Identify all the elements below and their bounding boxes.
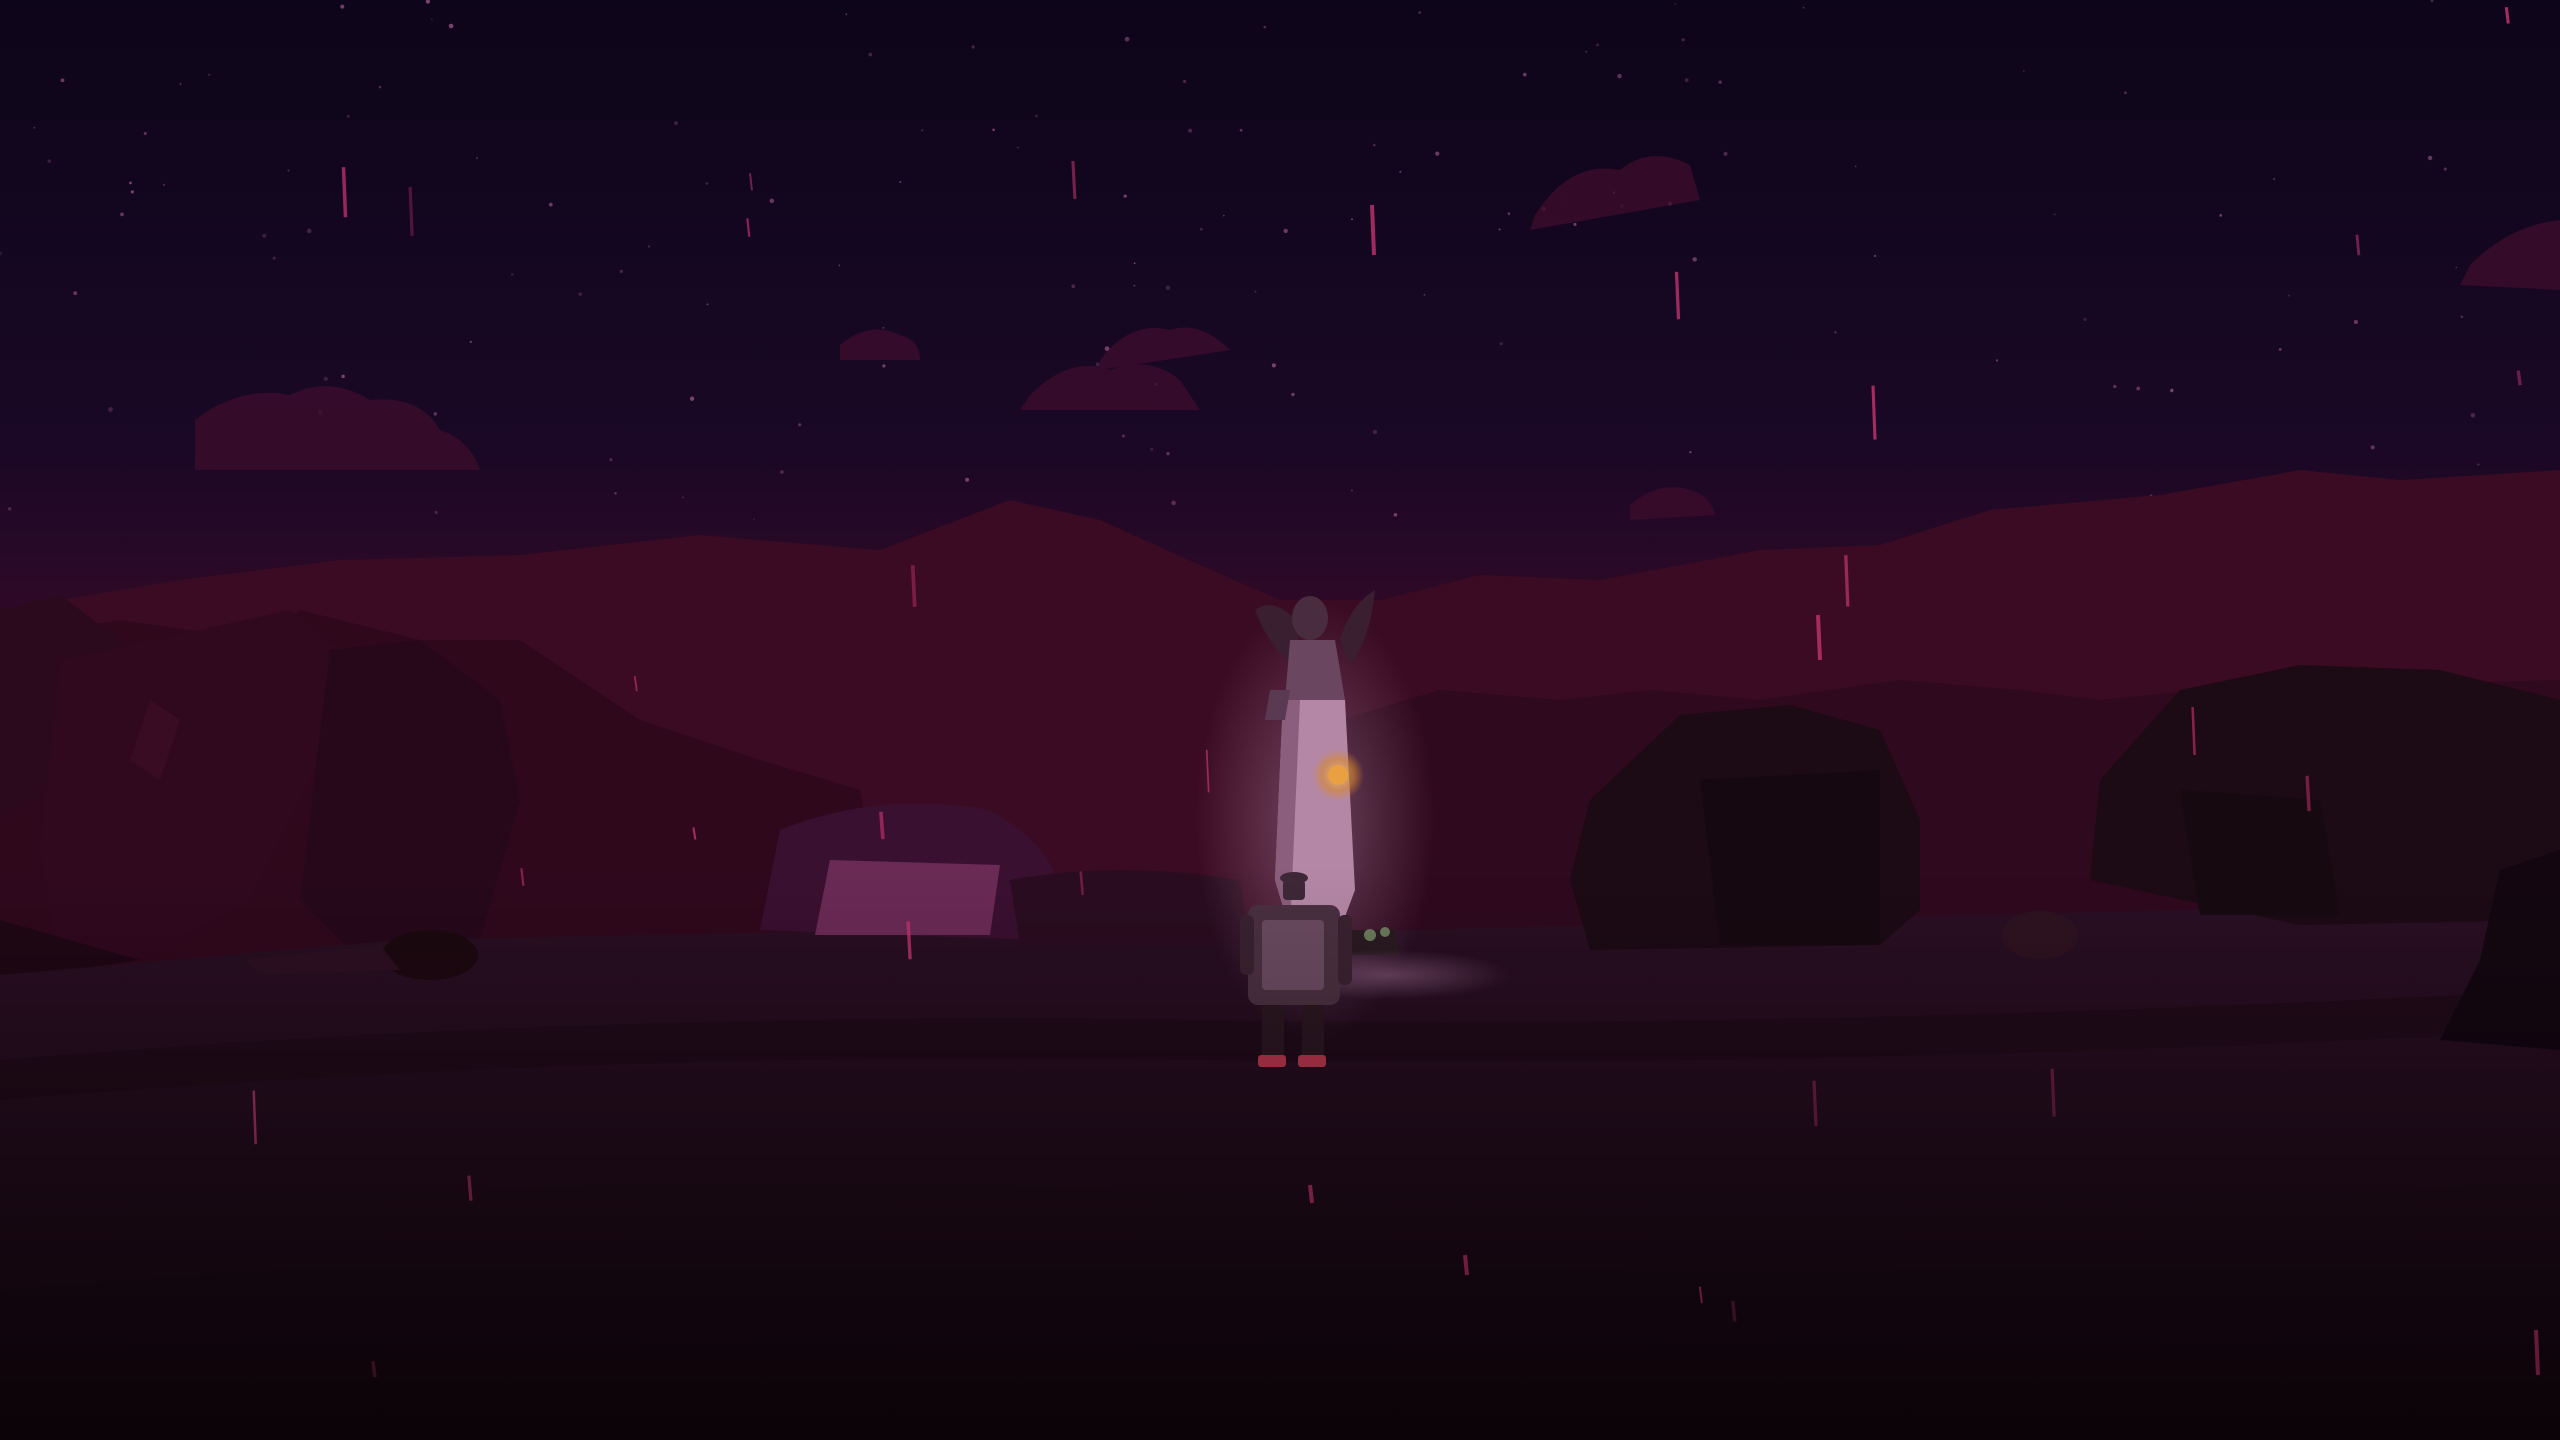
game-viewport[interactable] (0, 0, 2560, 1440)
vignette-overlay (0, 0, 2560, 1440)
